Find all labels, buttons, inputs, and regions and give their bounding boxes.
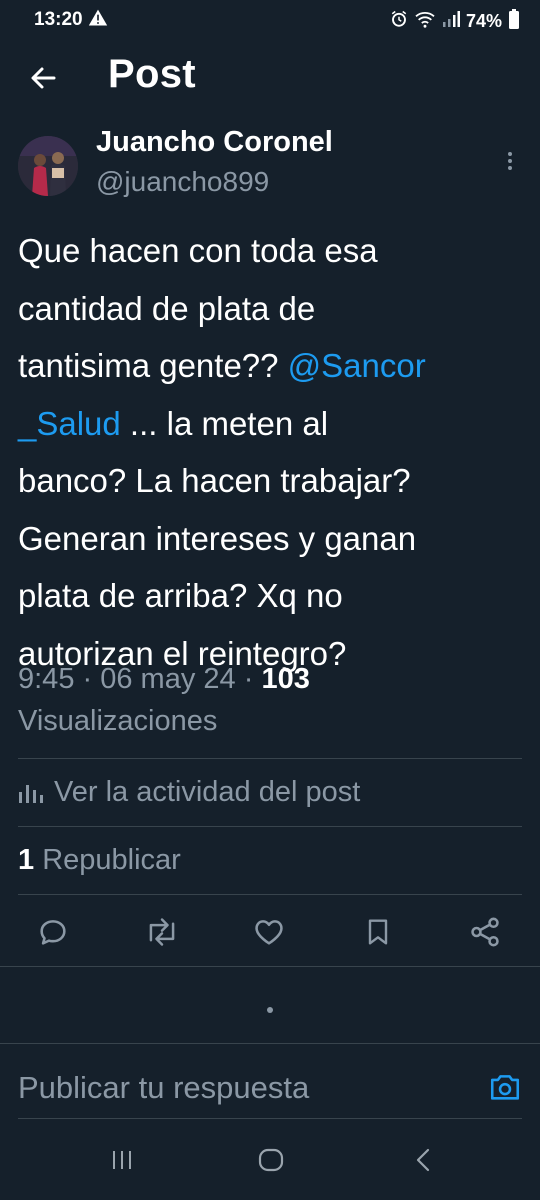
arrow-left-icon bbox=[31, 67, 56, 89]
activity-label: Ver la actividad del post bbox=[54, 776, 361, 808]
status-right: 74% bbox=[390, 9, 520, 34]
chevron-left-icon bbox=[416, 1148, 430, 1172]
like-button[interactable] bbox=[252, 915, 288, 951]
post-meta: 9:45 · 06 may 24 · 103 Visualizaciones bbox=[18, 663, 310, 737]
repost-count-link[interactable]: 1 Republicar bbox=[18, 844, 181, 877]
action-bar bbox=[0, 905, 540, 961]
post-text: Que hacen con toda esa cantidad de plata… bbox=[18, 222, 528, 682]
heart-icon bbox=[255, 920, 283, 945]
divider bbox=[18, 758, 522, 759]
home-icon bbox=[258, 1148, 284, 1172]
divider bbox=[18, 1118, 522, 1119]
recent-apps-icon bbox=[113, 1151, 131, 1169]
status-bar: 13:20 74% bbox=[0, 0, 540, 40]
loading-dot bbox=[267, 1007, 273, 1013]
reply-input[interactable]: Publicar tu respuesta bbox=[18, 1070, 309, 1106]
home-button[interactable] bbox=[258, 1148, 284, 1177]
repost-label: Republicar bbox=[42, 844, 181, 876]
post-text-part: ... la meten al banco? La hacen trabajar… bbox=[18, 404, 417, 672]
author-name[interactable]: Juancho Coronel bbox=[96, 126, 333, 159]
more-options-button[interactable] bbox=[500, 150, 520, 172]
bookmark-button[interactable] bbox=[362, 915, 398, 951]
post-date[interactable]: 06 may 24 bbox=[100, 663, 235, 695]
reply-button[interactable] bbox=[36, 915, 72, 951]
repost-icon bbox=[149, 918, 175, 946]
camera-icon bbox=[490, 1075, 520, 1100]
divider bbox=[18, 894, 522, 895]
share-button[interactable] bbox=[468, 915, 504, 951]
divider bbox=[0, 1043, 540, 1044]
post-time[interactable]: 9:45 bbox=[18, 663, 74, 695]
warning-icon bbox=[88, 8, 108, 33]
avatar[interactable] bbox=[18, 136, 78, 196]
status-time: 13:20 bbox=[34, 9, 83, 30]
alarm-icon bbox=[390, 10, 408, 33]
system-nav-bar bbox=[0, 1120, 540, 1200]
back-nav-button[interactable] bbox=[414, 1148, 434, 1177]
back-button[interactable] bbox=[24, 58, 64, 98]
view-count: 103 bbox=[261, 663, 310, 695]
battery-icon bbox=[508, 9, 520, 34]
camera-button[interactable] bbox=[488, 1071, 522, 1103]
analytics-icon bbox=[19, 784, 43, 803]
divider bbox=[0, 966, 540, 967]
wifi-icon bbox=[414, 10, 436, 33]
post-activity-link[interactable]: Ver la actividad del post bbox=[18, 776, 360, 809]
repost-count: 1 bbox=[18, 844, 35, 876]
author-handle[interactable]: @juancho899 bbox=[96, 166, 269, 198]
share-icon bbox=[471, 917, 499, 947]
recent-apps-button[interactable] bbox=[110, 1148, 134, 1177]
repost-button[interactable] bbox=[144, 915, 180, 951]
view-label: Visualizaciones bbox=[18, 705, 218, 737]
bookmark-icon bbox=[368, 919, 388, 945]
signal-icon bbox=[442, 11, 460, 32]
divider bbox=[18, 826, 522, 827]
more-vertical-icon bbox=[508, 152, 512, 170]
battery-percent: 74% bbox=[465, 11, 502, 31]
page-title: Post bbox=[108, 52, 196, 96]
comment-icon bbox=[40, 920, 66, 945]
